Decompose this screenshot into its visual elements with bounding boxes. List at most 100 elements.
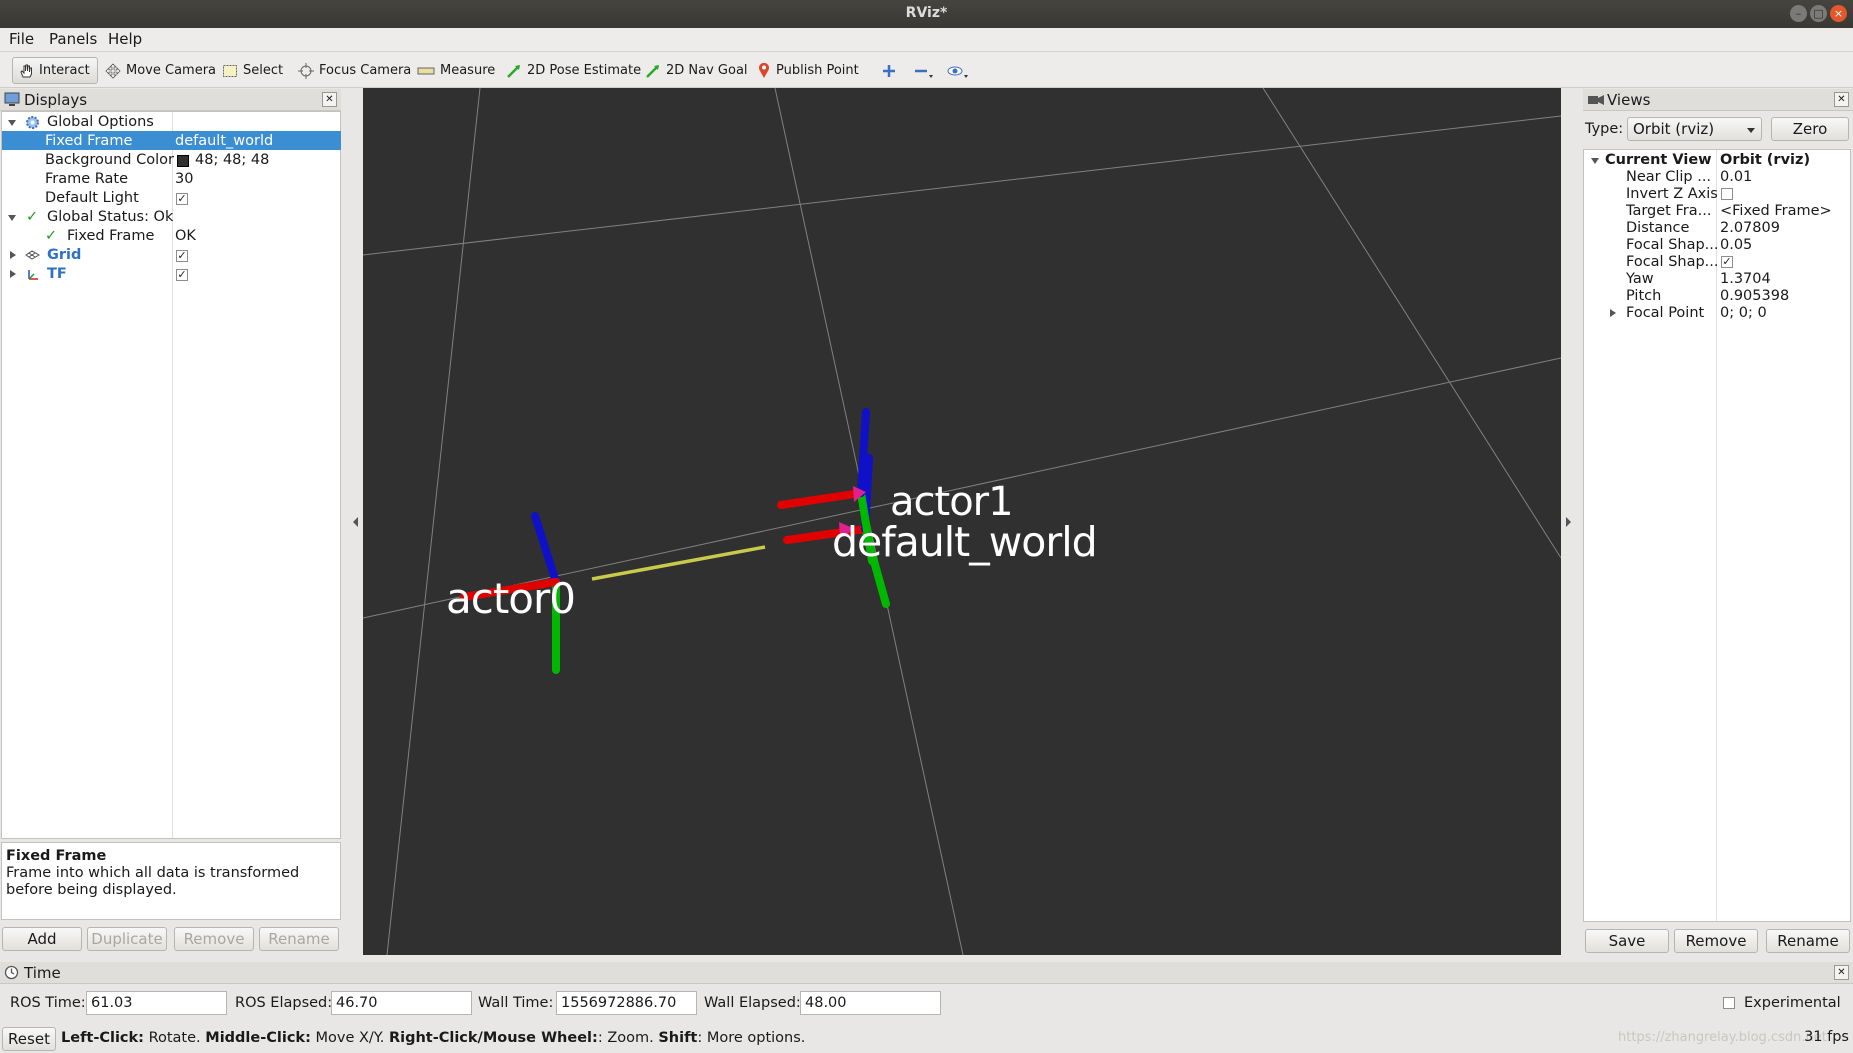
3d-render-viewport[interactable]: actor0 actor1 default_world [363, 88, 1561, 955]
tree-row-global-status[interactable]: ✓ Global Status: Ok [2, 208, 341, 227]
rename-view-button[interactable]: Rename [1766, 929, 1850, 953]
wall-time-label: Wall Time: [478, 995, 554, 1011]
add-tool-button[interactable] [876, 57, 902, 84]
chevron-down-icon [1747, 128, 1755, 133]
remove-tool-button[interactable] [908, 57, 940, 84]
tree-row-background-color[interactable]: Background Color 48; 48; 48 [2, 151, 341, 170]
tree-row-default-light[interactable]: Default Light ✓ [2, 189, 341, 208]
menu-file[interactable]: File [9, 30, 34, 48]
remove-display-button[interactable]: Remove [174, 927, 254, 951]
views-close-icon[interactable]: ✕ [1834, 92, 1849, 107]
close-icon[interactable]: × [1830, 5, 1847, 22]
maximize-icon[interactable]: □ [1810, 5, 1827, 22]
tree-row-focal-point[interactable]: Focal Point 0; 0; 0 [1584, 304, 1850, 323]
ros-elapsed-label: ROS Elapsed: [235, 995, 333, 1011]
view-type-label: Type: [1585, 121, 1624, 137]
expand-arrow-icon[interactable] [1591, 158, 1599, 164]
map-pin-icon [759, 62, 769, 78]
zero-view-button[interactable]: Zero [1771, 117, 1849, 141]
interact-tool-button[interactable]: Interact [12, 57, 98, 84]
right-click-hint-key: Right-Click/Mouse Wheel: [388, 1030, 598, 1046]
fixed-frame-value[interactable]: default_world [175, 132, 273, 151]
tree-row-global-options[interactable]: Global Options [2, 113, 341, 132]
display-description-box: Fixed Frame Frame into which all data is… [1, 842, 341, 920]
add-display-button[interactable]: Add [2, 927, 82, 951]
description-title: Fixed Frame [6, 848, 107, 864]
gear-icon [26, 116, 39, 129]
tree-row-status-fixed-frame[interactable]: ✓ Fixed Frame OK [2, 227, 341, 246]
default-light-checkbox[interactable]: ✓ [176, 193, 188, 205]
nav-goal-tool-button[interactable]: 2D Nav Goal [640, 57, 753, 84]
tf-label: TF [47, 266, 67, 282]
publish-point-label: Publish Point [776, 63, 859, 78]
eye-icon [947, 66, 968, 78]
pose-estimate-tool-button[interactable]: 2D Pose Estimate [501, 57, 646, 84]
focus-camera-tool-button[interactable]: Focus Camera [293, 57, 416, 84]
tool-properties-button[interactable] [942, 57, 976, 84]
time-title: Time [24, 964, 61, 982]
minimize-icon[interactable]: – [1790, 5, 1807, 22]
right-click-hint-action: : Zoom. [597, 1030, 654, 1046]
frame-rate-label: Frame Rate [45, 171, 129, 187]
color-swatch[interactable] [177, 155, 189, 167]
displays-close-icon[interactable]: ✕ [322, 92, 337, 107]
pose-estimate-label: 2D Pose Estimate [527, 63, 642, 78]
expand-arrow-icon[interactable] [10, 270, 16, 278]
focal-shape-fixed-checkbox[interactable]: ✓ [1721, 256, 1733, 268]
focal-point-value[interactable]: 0; 0; 0 [1720, 304, 1767, 323]
tree-row-tf[interactable]: TF ✓ [2, 265, 341, 284]
interact-label: Interact [39, 63, 90, 78]
publish-point-tool-button[interactable]: Publish Point [752, 57, 864, 84]
wall-time-field[interactable]: 1556972886.70 [556, 991, 697, 1015]
wall-elapsed-label: Wall Elapsed: [704, 995, 801, 1011]
fps-counter: 31 fps [1804, 1029, 1849, 1045]
time-close-icon[interactable]: ✕ [1834, 965, 1849, 980]
tree-row-grid[interactable]: Grid ✓ [2, 246, 341, 265]
collapse-left-arrow-icon[interactable] [353, 517, 358, 527]
move-camera-tool-button[interactable]: Move Camera [100, 57, 221, 84]
tree-row-fixed-frame[interactable]: Fixed Frame default_world [2, 132, 341, 151]
measure-tool-button[interactable]: Measure [412, 57, 500, 84]
tree-row-frame-rate[interactable]: Frame Rate 30 [2, 170, 341, 189]
move-camera-label: Move Camera [126, 63, 217, 78]
rename-display-button[interactable]: Rename [259, 927, 339, 951]
view-type-value: Orbit (rviz) [1633, 120, 1715, 138]
reset-button[interactable]: Reset [2, 1027, 56, 1051]
expand-arrow-icon[interactable] [8, 120, 16, 126]
mouse-hints: Left-Click: Rotate. Middle-Click: Move X… [61, 1030, 805, 1046]
tf-checkbox[interactable]: ✓ [176, 269, 188, 281]
select-tool-button[interactable]: Select [217, 57, 288, 84]
invert-z-checkbox[interactable] [1721, 188, 1733, 200]
view-type-dropdown[interactable]: Orbit (rviz) [1627, 117, 1762, 141]
duplicate-display-button[interactable]: Duplicate [87, 927, 167, 951]
focus-camera-label: Focus Camera [319, 63, 412, 78]
shift-hint-key: Shift [658, 1030, 698, 1046]
save-view-button[interactable]: Save [1585, 929, 1669, 953]
displays-panel-header: Displays ✕ [0, 89, 341, 111]
minus-icon [915, 69, 933, 78]
window-title: RViz* [905, 5, 948, 21]
experimental-checkbox[interactable] [1723, 997, 1735, 1009]
grid-icon [25, 250, 40, 260]
remove-view-button[interactable]: Remove [1674, 929, 1758, 953]
middle-click-hint-action: Move X/Y. [315, 1030, 385, 1046]
toolbar: Interact Move Camera Select Focus Camera… [0, 52, 1853, 88]
watermark-text: https://zhangrelay.blog.csdn.net [1618, 1030, 1827, 1045]
frame-rate-value[interactable]: 30 [175, 170, 193, 189]
status-fixed-frame-value: OK [175, 228, 196, 244]
expand-arrow-icon[interactable] [10, 251, 16, 259]
views-tree: Current View Orbit (rviz) Near Clip ... … [1583, 149, 1851, 922]
background-color-value[interactable]: 48; 48; 48 [195, 151, 269, 170]
grid-checkbox[interactable]: ✓ [176, 250, 188, 262]
collapse-right-arrow-icon[interactable] [1566, 517, 1571, 527]
menu-help[interactable]: Help [108, 30, 142, 48]
grid-label: Grid [47, 247, 82, 263]
expand-arrow-icon[interactable] [1610, 309, 1616, 317]
wall-elapsed-field[interactable]: 48.00 [800, 991, 941, 1015]
ros-elapsed-field[interactable]: 46.70 [331, 991, 472, 1015]
expand-arrow-icon[interactable] [8, 215, 16, 221]
ros-time-field[interactable]: 61.03 [86, 991, 227, 1015]
menu-panels[interactable]: Panels [49, 30, 97, 48]
clock-icon [4, 965, 19, 980]
middle-click-hint-key: Middle-Click: [205, 1030, 311, 1046]
